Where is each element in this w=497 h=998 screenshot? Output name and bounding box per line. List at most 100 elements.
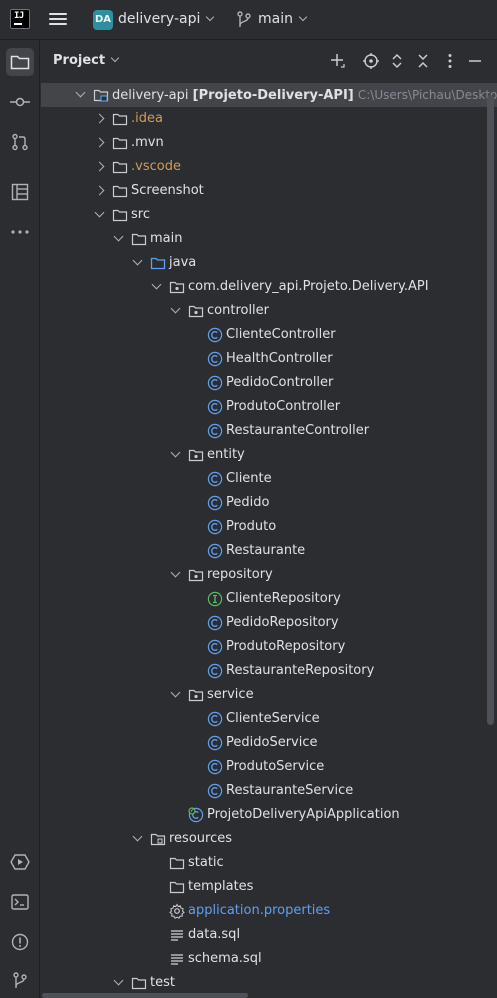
- chevron-down-icon[interactable]: [170, 687, 181, 698]
- tree-node[interactable]: data.sql: [41, 923, 497, 947]
- tree-node[interactable]: .vscode: [41, 155, 497, 179]
- locate-file-icon[interactable]: [362, 52, 380, 70]
- tree-node-label: service: [207, 686, 254, 704]
- tree-node[interactable]: src: [41, 203, 497, 227]
- structure-icon[interactable]: [6, 178, 34, 206]
- chevron-down-icon[interactable]: [151, 279, 162, 290]
- tree-node[interactable]: repository: [41, 563, 497, 587]
- chevron-down-icon[interactable]: [75, 87, 86, 98]
- tree-node[interactable]: PedidoRepository: [41, 611, 497, 635]
- class-icon: [207, 495, 223, 511]
- pull-requests-icon[interactable]: [6, 128, 34, 156]
- more-icon[interactable]: [6, 218, 34, 246]
- options-icon[interactable]: [441, 52, 459, 70]
- tree-node[interactable]: ClienteService: [41, 707, 497, 731]
- tree-node-label: delivery-api [Projeto-Delivery-API] C:\U…: [112, 86, 497, 105]
- node-name: RestauranteService: [226, 783, 354, 798]
- tree-node[interactable]: ProdutoRepository: [41, 635, 497, 659]
- tree-node[interactable]: .mvn: [41, 131, 497, 155]
- tree-node[interactable]: schema.sql: [41, 947, 497, 971]
- tree-node[interactable]: HealthController: [41, 347, 497, 371]
- tree-node-label: resources: [169, 830, 232, 848]
- main-menu-icon[interactable]: [48, 10, 68, 30]
- tree-node[interactable]: RestauranteController: [41, 419, 497, 443]
- new-file-icon[interactable]: [329, 52, 347, 70]
- terminal-icon[interactable]: [6, 888, 34, 916]
- project-name: delivery-api: [118, 11, 201, 27]
- branch-icon[interactable]: [236, 11, 252, 29]
- class-icon: [207, 639, 223, 655]
- project-folder-icon[interactable]: [6, 48, 34, 76]
- tree-node-label: ProdutoService: [226, 758, 324, 776]
- tree-node[interactable]: ProdutoController: [41, 395, 497, 419]
- branch-selector[interactable]: main: [258, 11, 308, 27]
- expand-all-icon[interactable]: [388, 52, 406, 70]
- tree-node[interactable]: delivery-api [Projeto-Delivery-API] C:\U…: [41, 83, 497, 107]
- chevron-down-icon[interactable]: [132, 831, 143, 842]
- node-name: java: [169, 255, 197, 270]
- chevron-right-icon[interactable]: [94, 161, 105, 172]
- problems-icon[interactable]: [6, 928, 34, 956]
- tree-node[interactable]: Restaurante: [41, 539, 497, 563]
- package-icon: [188, 567, 204, 583]
- chevron-right-icon[interactable]: [94, 137, 105, 148]
- tree-node[interactable]: .idea: [41, 107, 497, 131]
- tree-node[interactable]: static: [41, 851, 497, 875]
- vertical-scrollbar[interactable]: [487, 95, 494, 725]
- resources-folder-icon: [150, 831, 166, 847]
- tree-node[interactable]: PedidoController: [41, 371, 497, 395]
- tree-node[interactable]: service: [41, 683, 497, 707]
- node-name: .idea: [131, 111, 163, 126]
- tree-node[interactable]: PedidoService: [41, 731, 497, 755]
- chevron-down-icon[interactable]: [113, 975, 124, 986]
- git-icon[interactable]: [6, 967, 34, 995]
- project-badge[interactable]: DA: [93, 10, 113, 30]
- collapse-all-icon[interactable]: [414, 52, 432, 70]
- tree-node[interactable]: templates: [41, 875, 497, 899]
- chevron-right-icon[interactable]: [94, 113, 105, 124]
- chevron-down-icon[interactable]: [170, 567, 181, 578]
- commit-icon[interactable]: [6, 88, 34, 116]
- chevron-down-icon[interactable]: [170, 303, 181, 314]
- node-name: Screenshot: [131, 183, 204, 198]
- tree-node[interactable]: RestauranteRepository: [41, 659, 497, 683]
- tree-node[interactable]: entity: [41, 443, 497, 467]
- hide-panel-icon[interactable]: [466, 52, 484, 70]
- tree-node[interactable]: RestauranteService: [41, 779, 497, 803]
- tree-node[interactable]: ClienteController: [41, 323, 497, 347]
- project-selector[interactable]: delivery-api: [118, 11, 215, 27]
- services-icon[interactable]: [6, 848, 34, 876]
- tree-node-label: entity: [207, 446, 245, 464]
- tree-node-label: PedidoController: [226, 374, 333, 392]
- tree-node[interactable]: com.delivery_api.Projeto.Delivery.API: [41, 275, 497, 299]
- chevron-down-icon[interactable]: [170, 447, 181, 458]
- chevron-down-icon[interactable]: [94, 207, 105, 218]
- tree-node[interactable]: ProdutoService: [41, 755, 497, 779]
- chevron-down-icon[interactable]: [113, 231, 124, 242]
- tree-node[interactable]: Screenshot: [41, 179, 497, 203]
- tree-node[interactable]: Produto: [41, 515, 497, 539]
- tree-node[interactable]: java: [41, 251, 497, 275]
- node-name: ClienteController: [226, 327, 336, 342]
- tree-node-label: ClienteController: [226, 326, 336, 344]
- tree-node[interactable]: test: [41, 971, 497, 992]
- tree-node[interactable]: Cliente: [41, 467, 497, 491]
- horizontal-scrollbar[interactable]: [42, 993, 248, 998]
- app-logo-icon[interactable]: IJ: [10, 9, 30, 29]
- tree-node[interactable]: ProjetoDeliveryApiApplication: [41, 803, 497, 827]
- tree-node-label: PedidoService: [226, 734, 318, 752]
- panel-title-selector[interactable]: Project: [53, 53, 120, 68]
- node-name: main: [150, 231, 183, 246]
- node-name: ProjetoDeliveryApiApplication: [207, 807, 400, 822]
- tree-node[interactable]: resources: [41, 827, 497, 851]
- tree-node[interactable]: main: [41, 227, 497, 251]
- tree-node[interactable]: controller: [41, 299, 497, 323]
- class-icon: [207, 735, 223, 751]
- tree-node[interactable]: ClienteRepository: [41, 587, 497, 611]
- tree-node[interactable]: Pedido: [41, 491, 497, 515]
- tree-node-label: ProjetoDeliveryApiApplication: [207, 806, 400, 824]
- chevron-down-icon[interactable]: [132, 255, 143, 266]
- chevron-right-icon[interactable]: [94, 185, 105, 196]
- tree-node[interactable]: application.properties: [41, 899, 497, 923]
- panel-title: Project: [53, 53, 106, 68]
